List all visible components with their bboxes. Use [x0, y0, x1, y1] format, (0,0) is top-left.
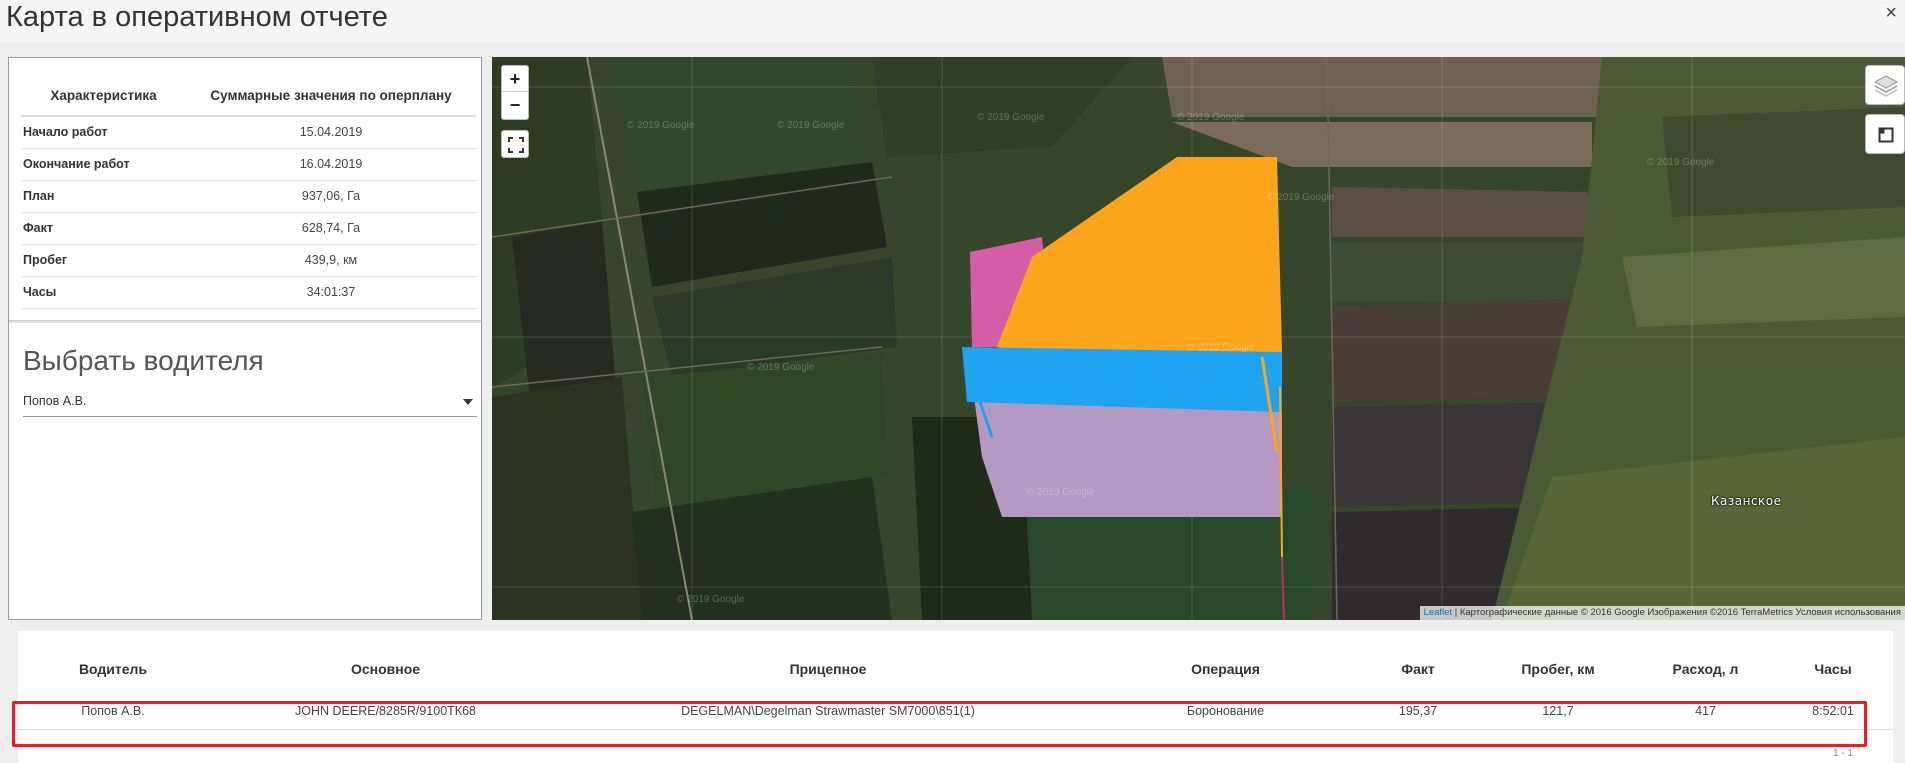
- column-header-driver[interactable]: Водитель: [18, 631, 208, 693]
- summary-label: Пробег: [21, 244, 186, 277]
- table-row[interactable]: Попов А.В. JOHN DEERE/8285R/9100ТК68 DEG…: [18, 693, 1893, 730]
- driver-picker-heading: Выбрать водителя: [23, 345, 264, 376]
- map-view[interactable]: © 2019 Google © 2019 Google © 2019 Googl…: [492, 57, 1905, 620]
- map-watermark: © 2019 Google: [627, 120, 695, 131]
- summary-label: Часы: [21, 276, 186, 309]
- column-header-operation[interactable]: Операция: [1093, 631, 1358, 693]
- column-header-mileage[interactable]: Пробег, км: [1478, 631, 1638, 693]
- summary-row: Окончание работ 16.04.2019: [21, 148, 476, 181]
- map-watermark: © 2019 Google: [1027, 487, 1095, 498]
- cell-trailer: DEGELMAN\Degelman Strawmaster SM7000\851…: [563, 693, 1093, 730]
- summary-label: Начало работ: [21, 116, 186, 149]
- summary-row: План 937,06, Га: [21, 180, 476, 213]
- map-watermark: © 2019 Google: [977, 112, 1045, 123]
- summary-label: Окончание работ: [21, 148, 186, 181]
- map-place-label: Казанское: [1711, 494, 1782, 508]
- column-header-hours[interactable]: Часы: [1773, 631, 1893, 693]
- column-header-fact[interactable]: Факт: [1358, 631, 1478, 693]
- caret-down-icon: [463, 399, 473, 405]
- summary-row: Часы 34:01:37: [21, 276, 476, 309]
- summary-value: 439,9, км: [186, 244, 476, 277]
- draw-rectangle-icon: [1878, 127, 1894, 143]
- cell-fact: 195,37: [1358, 693, 1478, 730]
- cell-hours: 8:52:01: [1773, 693, 1893, 730]
- driver-select[interactable]: Попов А.В.: [23, 387, 477, 417]
- column-header-trailer[interactable]: Прицепное: [563, 631, 1093, 693]
- cell-driver: Попов А.В.: [18, 693, 208, 730]
- operations-table: Водитель Основное Прицепное Операция Фак…: [18, 631, 1893, 730]
- page-title: Карта в оперативном отчете: [6, 1, 388, 33]
- summary-panel: Характеристика Суммарные значения по опе…: [8, 57, 482, 620]
- summary-value: 937,06, Га: [186, 180, 476, 213]
- track-blue-area: [962, 347, 1282, 412]
- zoom-out-button[interactable]: −: [502, 92, 528, 118]
- summary-header-totals: Суммарные значения по оперплану: [186, 76, 476, 117]
- layers-icon: [1873, 75, 1899, 97]
- summary-value: 15.04.2019: [186, 116, 476, 149]
- map-watermark: © 2019 Google: [1647, 157, 1715, 168]
- leaflet-link[interactable]: Leaflet: [1424, 607, 1453, 618]
- summary-row: Начало работ 15.04.2019: [21, 116, 476, 149]
- title-bar: Карта в оперативном отчете ×: [0, 0, 1905, 42]
- panel-divider: [9, 320, 481, 323]
- map-watermark: © 2019 Google: [777, 120, 845, 131]
- cell-mileage: 121,7: [1478, 693, 1638, 730]
- summary-table: Характеристика Суммарные значения по опе…: [21, 76, 476, 309]
- zoom-control: + −: [501, 65, 529, 120]
- map-watermark: © 2019 Google: [1267, 192, 1335, 203]
- satellite-imagery: [492, 57, 1905, 620]
- cell-consumption: 417: [1638, 693, 1773, 730]
- summary-label: Факт: [21, 212, 186, 245]
- map-watermark: © 2019 Google: [747, 362, 815, 373]
- summary-value: 16.04.2019: [186, 148, 476, 181]
- draw-rectangle-button[interactable]: [1865, 114, 1905, 154]
- map-attribution: Leaflet | Картографические данные © 2016…: [1419, 606, 1905, 620]
- summary-label: План: [21, 180, 186, 213]
- summary-row: Факт 628,74, Га: [21, 212, 476, 245]
- map-watermark: © 2019 Google: [1187, 342, 1255, 353]
- summary-value: 34:01:37: [186, 276, 476, 309]
- map-watermark: © 2019 Google: [677, 594, 745, 605]
- attribution-text: | Картографические данные © 2016 Google …: [1452, 607, 1901, 618]
- column-header-main[interactable]: Основное: [208, 631, 563, 693]
- cell-main: JOHN DEERE/8285R/9100ТК68: [208, 693, 563, 730]
- layers-button[interactable]: [1865, 65, 1905, 105]
- map-watermark: © 2019 Google: [1177, 112, 1245, 123]
- paging-info: 1 - 1: [1832, 748, 1853, 759]
- summary-header-characteristic: Характеристика: [21, 76, 186, 117]
- fullscreen-icon: [508, 137, 524, 153]
- summary-row: Пробег 439,9, км: [21, 244, 476, 277]
- column-header-consumption[interactable]: Расход, л: [1638, 631, 1773, 693]
- close-button[interactable]: ×: [1885, 2, 1897, 24]
- summary-value: 628,74, Га: [186, 212, 476, 245]
- cell-operation: Боронование: [1093, 693, 1358, 730]
- zoom-in-button[interactable]: +: [502, 66, 528, 92]
- operations-panel: Водитель Основное Прицепное Операция Фак…: [18, 631, 1893, 763]
- fullscreen-button[interactable]: [501, 130, 529, 158]
- driver-select-value: Попов А.В.: [23, 394, 87, 408]
